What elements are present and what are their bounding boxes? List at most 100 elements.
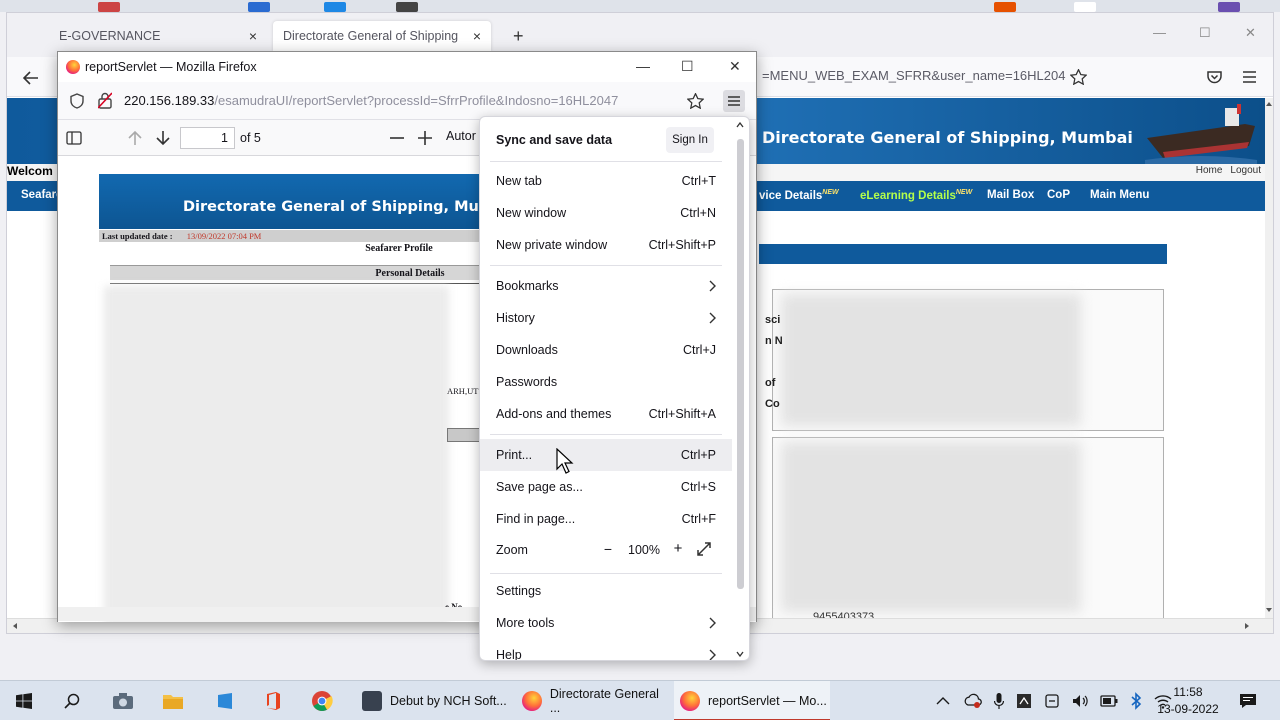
system-clock[interactable]: 11:58 13-09-2022 <box>1156 684 1220 718</box>
menu-item-new-private-window[interactable]: New private window Ctrl+Shift+P <box>480 229 732 261</box>
home-logout-links: Home Logout <box>1196 165 1261 176</box>
menu-item-new-tab[interactable]: New tab Ctrl+T <box>480 165 732 197</box>
menu-item-downloads[interactable]: Downloads Ctrl+J <box>480 334 732 366</box>
speaker-icon[interactable] <box>1072 693 1088 709</box>
scroll-left-icon[interactable] <box>11 622 19 630</box>
fullscreen-icon[interactable] <box>697 542 711 556</box>
microphone-icon[interactable] <box>994 693 1004 709</box>
menu-label: Help <box>496 648 522 661</box>
menu-mail-box[interactable]: Mail Box <box>987 189 1034 201</box>
taskbar-app-directorate[interactable]: Directorate General ... <box>516 681 672 720</box>
zoom-out-icon[interactable] <box>390 137 404 139</box>
zoom-in-icon[interactable] <box>418 131 432 145</box>
menu-service-details[interactable]: vice DetailsNEW <box>759 189 839 202</box>
menu-item-more-tools[interactable]: More tools <box>480 607 732 639</box>
menu-main-menu[interactable]: Main Menu <box>1090 189 1149 201</box>
sidebar-toggle-icon[interactable] <box>66 131 82 145</box>
menu-item-addons-themes[interactable]: Add-ons and themes Ctrl+Shift+A <box>480 398 732 430</box>
bluetooth-icon[interactable] <box>1130 692 1142 710</box>
hamburger-menu-icon[interactable] <box>1243 71 1256 83</box>
menu-item-save-page-as[interactable]: Save page as... Ctrl+S <box>480 471 732 503</box>
close-window-icon[interactable]: ✕ <box>729 58 741 75</box>
minimize-icon[interactable]: — <box>1153 25 1166 40</box>
chrome-app-icon[interactable] <box>308 681 336 720</box>
sign-in-button[interactable]: Sign In <box>666 127 714 153</box>
menu-item-help[interactable]: Help <box>480 639 732 661</box>
close-tab-icon[interactable]: × <box>249 28 257 44</box>
scroll-up-icon[interactable] <box>1265 100 1273 108</box>
close-tab-icon[interactable]: × <box>473 28 481 44</box>
taskbar-app-reportservlet[interactable]: reportServlet — Mo... <box>674 681 830 720</box>
bg-url-text[interactable]: =MENU_WEB_EXAM_SFRR&user_name=16HL204 <box>762 68 1065 83</box>
new-badge: NEW <box>822 189 839 196</box>
menu-item-find-in-page[interactable]: Find in page... Ctrl+F <box>480 503 732 535</box>
pocket-icon[interactable] <box>1207 70 1222 84</box>
pdf-banner: Directorate General of Shipping, Mumbai <box>99 174 519 229</box>
taskbar-app-debut[interactable]: Debut by NCH Soft... <box>356 681 516 720</box>
menu-shortcut: Ctrl+N <box>680 206 716 220</box>
desktop-app-icon <box>1218 2 1240 12</box>
popup-url-text[interactable]: 220.156.189.33/esamudraUI/reportServlet?… <box>124 93 618 108</box>
app-menu-button[interactable] <box>723 90 745 112</box>
next-page-icon[interactable] <box>156 130 170 146</box>
tab-e-governance[interactable]: E-GOVERNANCE × <box>49 21 267 51</box>
menu-cop[interactable]: CoP <box>1047 189 1070 201</box>
taskbar-app-label: reportServlet — Mo... <box>708 694 827 708</box>
menu-item-history[interactable]: History <box>480 302 732 334</box>
menu-shortcut: Ctrl+Shift+P <box>648 238 716 252</box>
logout-link[interactable]: Logout <box>1230 165 1261 176</box>
tray-utility-icon[interactable] <box>1044 693 1060 709</box>
system-tray <box>936 681 1172 720</box>
zoom-out-button[interactable]: − <box>600 541 616 559</box>
firefox-logo-icon <box>680 691 700 711</box>
menu-item-passwords[interactable]: Passwords <box>480 366 732 398</box>
scroll-down-icon[interactable] <box>736 651 744 657</box>
bookmark-star-icon[interactable] <box>687 93 704 109</box>
camera-app-icon[interactable] <box>110 681 136 720</box>
home-link[interactable]: Home <box>1196 165 1223 176</box>
last-updated-value: 13/09/2022 07:04 PM <box>186 231 262 241</box>
previous-page-icon[interactable] <box>128 130 142 146</box>
chevron-up-icon[interactable] <box>936 696 950 706</box>
chevron-right-icon <box>709 617 716 629</box>
scroll-down-icon[interactable] <box>1265 606 1273 614</box>
menu-label: New private window <box>496 238 608 252</box>
menu-scroll-thumb[interactable] <box>737 139 744 589</box>
search-icon[interactable] <box>60 681 84 720</box>
file-explorer-icon[interactable] <box>160 681 186 720</box>
new-tab-button[interactable]: + <box>503 21 534 51</box>
vertical-scrollbar[interactable] <box>1265 98 1273 618</box>
store-app-icon[interactable] <box>212 681 238 720</box>
desktop-app-icon <box>248 2 270 12</box>
app-tray-icon[interactable] <box>1016 693 1032 709</box>
cloud-sync-icon[interactable] <box>964 693 982 709</box>
menu-elearning-details[interactable]: eLearning DetailsNEW <box>860 189 972 202</box>
back-arrow-icon[interactable] <box>23 71 39 85</box>
windows-start-icon[interactable] <box>12 681 36 720</box>
battery-icon[interactable] <box>1100 695 1118 707</box>
notification-center-icon[interactable] <box>1236 681 1260 720</box>
zoom-reset-button[interactable]: 100% <box>628 543 660 557</box>
divider <box>110 283 490 284</box>
menu-item-settings[interactable]: Settings <box>480 575 732 607</box>
maximize-icon[interactable]: ☐ <box>1199 25 1211 41</box>
minimize-icon[interactable]: — <box>636 58 650 74</box>
tab-directorate-general[interactable]: Directorate General of Shipping × <box>273 21 491 51</box>
close-window-icon[interactable]: ✕ <box>1245 25 1256 41</box>
menu-item-print[interactable]: Print... Ctrl+P <box>480 439 732 471</box>
insecure-lock-icon[interactable] <box>98 92 112 109</box>
bookmark-star-icon[interactable] <box>1070 69 1087 85</box>
office-app-icon[interactable] <box>260 681 286 720</box>
pdf-zoom-select[interactable]: Autor <box>446 129 476 143</box>
zoom-in-button[interactable]: + <box>670 540 686 558</box>
desktop-strip <box>0 0 1280 12</box>
maximize-icon[interactable]: ☐ <box>681 58 694 75</box>
hamburger-menu-icon <box>728 96 740 106</box>
scroll-up-icon[interactable] <box>736 122 744 128</box>
page-number-input[interactable]: 1 <box>180 127 235 149</box>
menu-label: vice Details <box>759 189 823 202</box>
menu-item-new-window[interactable]: New window Ctrl+N <box>480 197 732 229</box>
shield-icon[interactable] <box>70 93 84 109</box>
menu-item-bookmarks[interactable]: Bookmarks <box>480 270 732 302</box>
scroll-right-icon[interactable] <box>1243 622 1251 630</box>
